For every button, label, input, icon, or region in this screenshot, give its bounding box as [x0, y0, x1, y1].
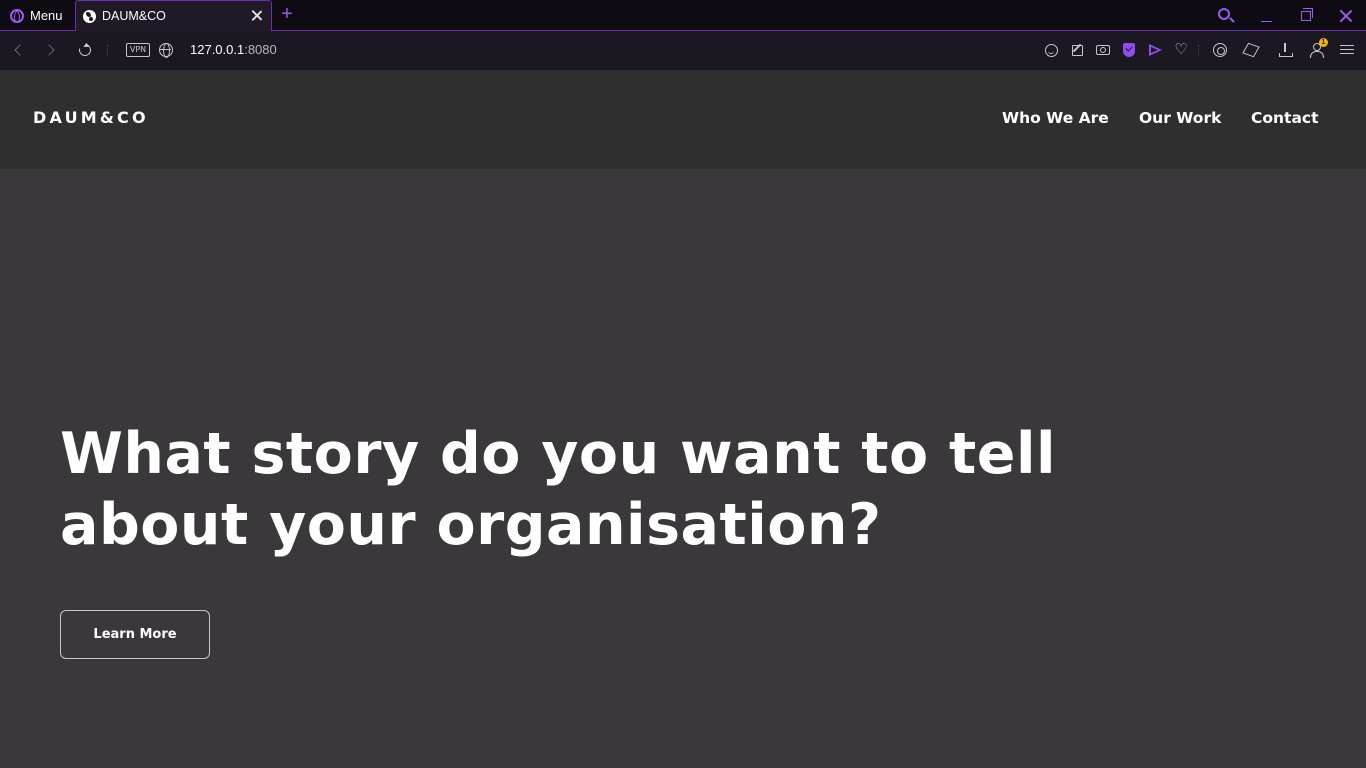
- sync-icon: [1213, 43, 1227, 57]
- heart-icon: ♡: [1174, 41, 1188, 58]
- learn-more-button[interactable]: Learn More: [60, 610, 210, 659]
- browser-menu-button[interactable]: Menu: [0, 0, 74, 31]
- minimize-icon: [1260, 20, 1272, 23]
- site-header: DAUM&CO Who We Are Our Work Contact: [0, 70, 1366, 169]
- settings-sliders-icon: [1340, 44, 1354, 56]
- reload-icon: [76, 41, 94, 59]
- search-icon: [1218, 7, 1230, 20]
- search-tabs-button[interactable]: [1205, 0, 1245, 31]
- edit-button[interactable]: [1069, 42, 1085, 58]
- forward-button[interactable]: [40, 40, 60, 60]
- hero-section: What story do you want to tell about you…: [0, 169, 1366, 768]
- sync-button[interactable]: [1212, 42, 1228, 58]
- reload-button[interactable]: [75, 40, 95, 60]
- notification-badge: 1: [1319, 38, 1328, 47]
- tab-title: DAUM&CO: [102, 9, 166, 23]
- close-window-button[interactable]: [1326, 0, 1366, 31]
- edit-icon: [1071, 44, 1083, 56]
- site-logo[interactable]: DAUM&CO: [33, 108, 149, 127]
- flow-button[interactable]: [1147, 42, 1163, 58]
- send-icon: [1148, 44, 1162, 56]
- hero-title: What story do you want to tell about you…: [60, 419, 1060, 561]
- downloads-button[interactable]: [1277, 42, 1293, 58]
- browser-menu-label: Menu: [30, 8, 63, 23]
- url-field[interactable]: 127.0.0.1:8080: [190, 42, 277, 57]
- smiley-icon: [1044, 43, 1058, 57]
- toolbar-separator: [107, 45, 109, 55]
- easy-setup-button[interactable]: [1339, 42, 1355, 58]
- url-port: :8080: [244, 42, 277, 57]
- cube-icon: [1242, 42, 1260, 58]
- close-icon: [1339, 9, 1353, 23]
- nav-link-who-we-are[interactable]: Who We Are: [1002, 109, 1109, 127]
- browser-tab-bar: Menu DAUM&CO +: [0, 0, 1366, 31]
- hero-title-line-1: What story do you want to tell: [60, 421, 1057, 487]
- restore-icon: [1301, 7, 1313, 21]
- shield-icon: [1123, 43, 1135, 57]
- adblock-button[interactable]: [1121, 42, 1137, 58]
- browser-address-bar: VPN 127.0.0.1:8080 ♡ 1: [0, 31, 1366, 70]
- back-button[interactable]: [8, 40, 28, 60]
- browser-tab-active[interactable]: DAUM&CO: [75, 0, 272, 31]
- opera-logo-icon: [10, 8, 24, 23]
- snapshot-button[interactable]: [1095, 42, 1111, 58]
- site-info-globe-icon[interactable]: [159, 43, 173, 58]
- chevron-left-icon: [13, 44, 26, 56]
- vpn-badge[interactable]: VPN: [126, 43, 150, 57]
- download-icon: [1279, 43, 1293, 57]
- extensions-button[interactable]: [1242, 42, 1260, 58]
- close-tab-icon[interactable]: [247, 6, 267, 26]
- globe-favicon-icon: [83, 9, 96, 23]
- toolbar-separator: [1198, 45, 1200, 55]
- url-host: 127.0.0.1: [190, 42, 245, 57]
- bookmark-button[interactable]: ♡: [1173, 42, 1189, 58]
- restore-window-button[interactable]: [1286, 0, 1326, 31]
- nav-link-contact[interactable]: Contact: [1251, 109, 1319, 127]
- emoji-button[interactable]: [1043, 42, 1059, 58]
- chevron-right-icon: [42, 44, 55, 56]
- hero-title-line-2: about your organisation?: [60, 492, 882, 558]
- nav-link-our-work[interactable]: Our Work: [1139, 109, 1221, 127]
- new-tab-button[interactable]: +: [278, 4, 296, 26]
- minimize-window-button[interactable]: [1246, 0, 1286, 31]
- camera-icon: [1096, 45, 1110, 55]
